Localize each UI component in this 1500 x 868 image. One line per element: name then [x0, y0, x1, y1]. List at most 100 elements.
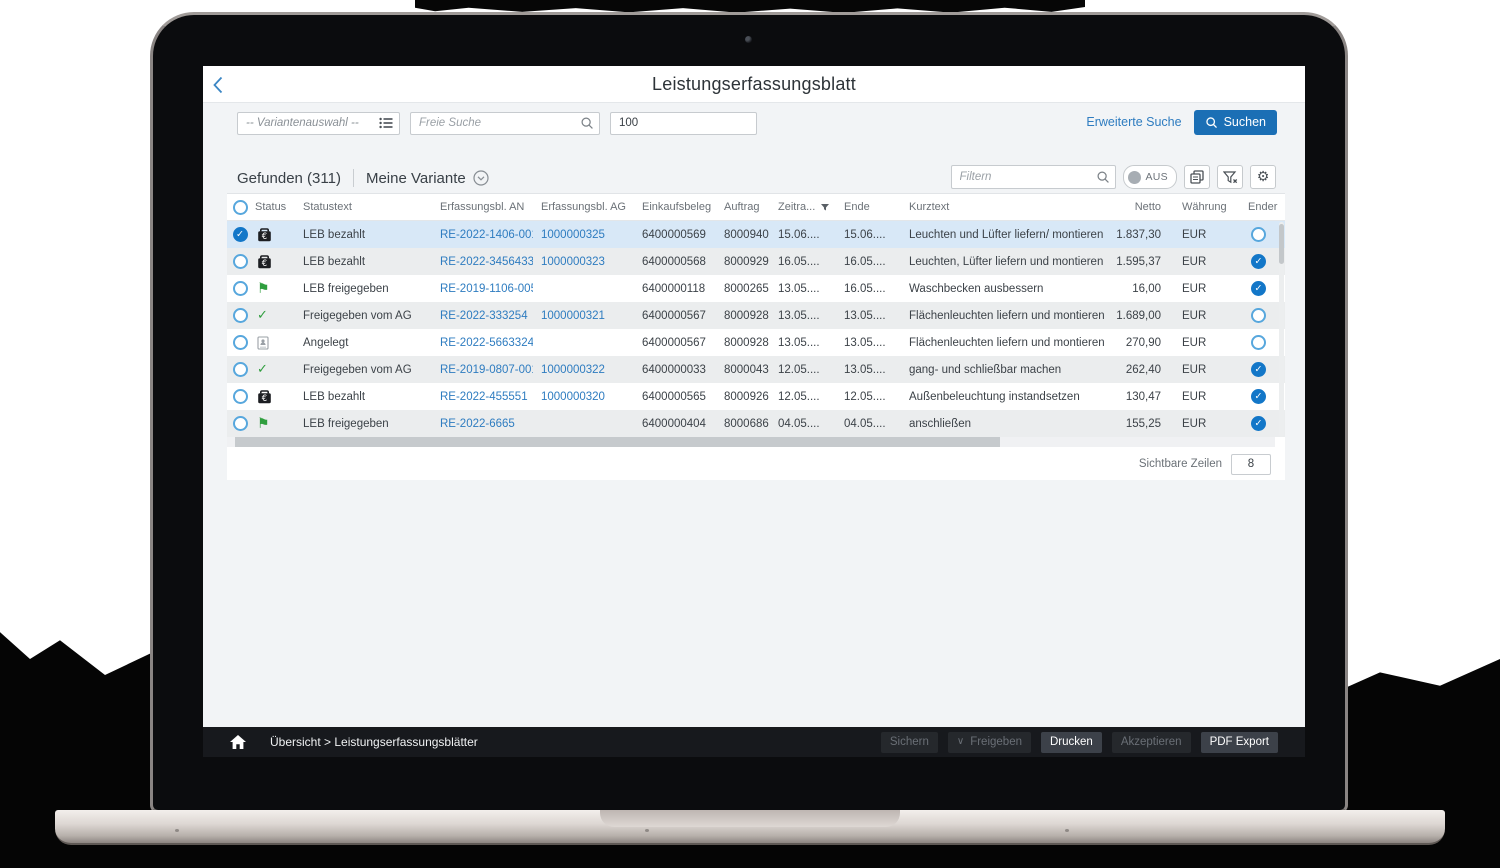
- cell-ende: 13.05....: [836, 337, 901, 349]
- table-row[interactable]: € ⚑ ✓ LEB freigegeben RE-2022-6665 64000…: [227, 410, 1285, 437]
- search-toolbar: -- Variantenauswahl --: [237, 110, 757, 136]
- clear-filter-button[interactable]: [1217, 165, 1243, 189]
- cell-statustext: LEB bezahlt: [295, 391, 432, 403]
- cell-erfassungsbl-an-link[interactable]: RE-2022-5663324: [432, 337, 533, 349]
- filter-input[interactable]: [951, 165, 1116, 189]
- footer-button-pdf-export[interactable]: PDF Export: [1201, 732, 1278, 753]
- ender-checkbox[interactable]: [1251, 335, 1266, 350]
- cell-erfassungsbl-ag-link[interactable]: 1000000321: [533, 310, 634, 322]
- footer-button-drucken[interactable]: Drucken: [1041, 732, 1102, 753]
- ender-checkbox[interactable]: [1251, 227, 1266, 242]
- column-header-kurztext[interactable]: Kurztext: [901, 201, 1116, 213]
- status-icon-wallet-euro: €: [257, 228, 272, 242]
- search-icon: [1205, 116, 1218, 129]
- table-row[interactable]: € ⚑ ✓ LEB bezahlt RE-2022-455551 1000000…: [227, 383, 1285, 410]
- table-row[interactable]: € ⚑ ✓ Angelegt RE-2022-5663324 640000056…: [227, 329, 1285, 356]
- vertical-scrollbar-thumb[interactable]: [1279, 224, 1284, 264]
- horizontal-scrollbar-thumb[interactable]: [235, 437, 1000, 447]
- status-icon-document: [257, 336, 269, 350]
- home-button[interactable]: [230, 735, 246, 749]
- cell-erfassungsbl-an-link[interactable]: RE-2019-1106-005: [432, 283, 533, 295]
- variant-select[interactable]: -- Variantenauswahl --: [237, 112, 400, 135]
- cell-auftrag: 8000929: [716, 256, 770, 268]
- cell-einkaufsbeleg: 6400000118: [634, 283, 716, 295]
- footer-button-sichern[interactable]: Sichern: [881, 732, 938, 753]
- cell-erfassungsbl-an-link[interactable]: RE-2022-455551: [432, 391, 533, 403]
- search-button[interactable]: Suchen: [1194, 110, 1277, 135]
- max-hits-input[interactable]: [610, 112, 757, 135]
- cell-kurztext: Flächenleuchten liefern und montieren: [901, 310, 1116, 322]
- table-row[interactable]: € ⚑ ✓ Freigegeben vom AG RE-2022-333254 …: [227, 302, 1285, 329]
- column-header-zeitraum[interactable]: Zeitra...: [770, 201, 836, 213]
- column-header-erfassungsbl-ag[interactable]: Erfassungsbl. AG: [533, 201, 634, 213]
- cell-erfassungsbl-an-link[interactable]: RE-2022-6665: [432, 418, 533, 430]
- results-header: Gefunden (311) Meine Variante: [237, 165, 489, 191]
- cell-einkaufsbeleg: 6400000569: [634, 229, 716, 241]
- cell-zeitraum: 12.05....: [770, 364, 836, 376]
- row-select-checkbox[interactable]: [233, 362, 248, 377]
- column-header-ende[interactable]: Ende: [836, 201, 901, 213]
- filter-toggle[interactable]: AUS: [1123, 165, 1178, 189]
- ender-checkbox[interactable]: [1251, 308, 1266, 323]
- column-header-ender[interactable]: Ender: [1232, 201, 1285, 213]
- table-row[interactable]: € ⚑ ✓ LEB bezahlt RE-2022-1406-001 10000…: [227, 221, 1285, 248]
- row-select-checkbox[interactable]: [233, 281, 248, 296]
- svg-text:€: €: [262, 393, 267, 403]
- cell-ende: 15.06....: [836, 229, 901, 241]
- ender-checkbox[interactable]: [1251, 416, 1266, 431]
- webcam-dot: [745, 36, 752, 43]
- cell-erfassungsbl-ag-link[interactable]: 1000000320: [533, 391, 634, 403]
- row-select-checkbox[interactable]: [233, 389, 248, 404]
- cell-netto: 16,00: [1116, 283, 1174, 295]
- list-icon: [379, 117, 393, 129]
- cell-erfassungsbl-an-link[interactable]: RE-2022-333254: [432, 310, 533, 322]
- cell-kurztext: Flächenleuchten liefern und montieren: [901, 337, 1116, 349]
- column-header-erfassungsbl-an[interactable]: Erfassungsbl. AN: [432, 201, 533, 213]
- cell-netto: 130,47: [1116, 391, 1174, 403]
- column-header-statustext[interactable]: Statustext: [295, 201, 432, 213]
- settings-button[interactable]: ⚙: [1250, 165, 1276, 189]
- row-select-checkbox[interactable]: [233, 227, 248, 242]
- cell-erfassungsbl-an-link[interactable]: RE-2022-3456433: [432, 256, 533, 268]
- row-select-checkbox[interactable]: [233, 308, 248, 323]
- table-row[interactable]: € ⚑ ✓ LEB freigegeben RE-2019-1106-005 6…: [227, 275, 1285, 302]
- column-header-waehrung[interactable]: Währung: [1174, 201, 1232, 213]
- laptop-thumb-notch: [600, 810, 900, 827]
- table-row[interactable]: € ⚑ ✓ Freigegeben vom AG RE-2019-0807-00…: [227, 356, 1285, 383]
- column-header-einkaufsbeleg[interactable]: Einkaufsbeleg: [634, 201, 716, 213]
- table-row[interactable]: € ⚑ ✓ LEB bezahlt RE-2022-3456433 100000…: [227, 248, 1285, 275]
- cell-auftrag: 8000265: [716, 283, 770, 295]
- row-select-checkbox[interactable]: [233, 335, 248, 350]
- cell-ende: 12.05....: [836, 391, 901, 403]
- ender-checkbox[interactable]: [1251, 254, 1266, 269]
- column-header-netto[interactable]: Netto: [1116, 201, 1174, 213]
- screw-dot: [175, 829, 179, 832]
- row-select-checkbox[interactable]: [233, 416, 248, 431]
- ender-checkbox[interactable]: [1251, 362, 1266, 377]
- cell-erfassungsbl-ag-link[interactable]: 1000000325: [533, 229, 634, 241]
- ender-checkbox[interactable]: [1251, 389, 1266, 404]
- cell-netto: 1.595,37: [1116, 256, 1174, 268]
- visible-rows-input[interactable]: [1231, 454, 1271, 475]
- vertical-scrollbar[interactable]: [1279, 222, 1284, 437]
- svg-text:€: €: [262, 231, 267, 241]
- cell-erfassungsbl-ag-link[interactable]: 1000000322: [533, 364, 634, 376]
- variant-tab[interactable]: Meine Variante: [366, 170, 489, 187]
- footer-button-akzeptieren[interactable]: Akzeptieren: [1112, 732, 1191, 753]
- select-all-checkbox[interactable]: [227, 200, 253, 215]
- ender-checkbox[interactable]: [1251, 281, 1266, 296]
- advanced-search-link[interactable]: Erweiterte Suche: [1086, 115, 1181, 129]
- row-select-checkbox[interactable]: [233, 254, 248, 269]
- cell-erfassungsbl-an-link[interactable]: RE-2022-1406-001: [432, 229, 533, 241]
- column-header-auftrag[interactable]: Auftrag: [716, 201, 770, 213]
- status-icon-wallet-euro: €: [257, 390, 272, 404]
- cell-erfassungsbl-an-link[interactable]: RE-2019-0807-001: [432, 364, 533, 376]
- cell-erfassungsbl-ag-link[interactable]: 1000000323: [533, 256, 634, 268]
- cell-kurztext: Leuchten, Lüfter liefern und montieren: [901, 256, 1116, 268]
- horizontal-scrollbar[interactable]: [227, 437, 1275, 447]
- footer-button-freigeben[interactable]: ∨Freigeben: [948, 732, 1031, 753]
- breadcrumb: Übersicht > Leistungserfassungsblätter: [270, 735, 478, 749]
- copy-to-clipboard-button[interactable]: [1184, 165, 1210, 189]
- column-header-status[interactable]: Status: [253, 201, 295, 213]
- free-search-input[interactable]: [410, 112, 600, 135]
